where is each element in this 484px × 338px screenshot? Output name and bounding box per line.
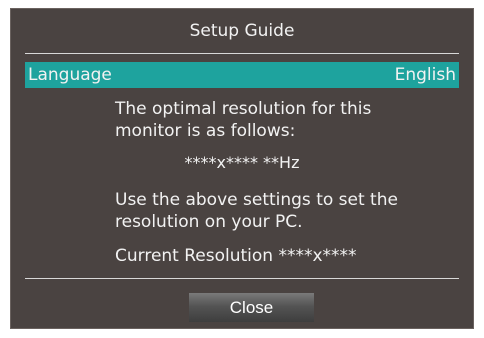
top-divider [25, 53, 459, 54]
dialog-title: Setup Guide [189, 21, 295, 41]
settings-instruction: Use the above settings to set the resolu… [115, 190, 398, 232]
language-row[interactable]: Language English [25, 62, 459, 88]
current-resolution: Current Resolution ****x**** [115, 246, 357, 266]
setup-guide-dialog: Setup Guide Language English The optimal… [10, 8, 474, 329]
bottom-divider [25, 278, 459, 279]
optimal-resolution-message: The optimal resolution for this monitor … [115, 99, 372, 141]
language-label: Language [28, 65, 112, 85]
language-value: English [394, 65, 456, 85]
close-button[interactable]: Close [189, 293, 314, 322]
resolution-value: ****x**** **Hz [184, 153, 300, 172]
